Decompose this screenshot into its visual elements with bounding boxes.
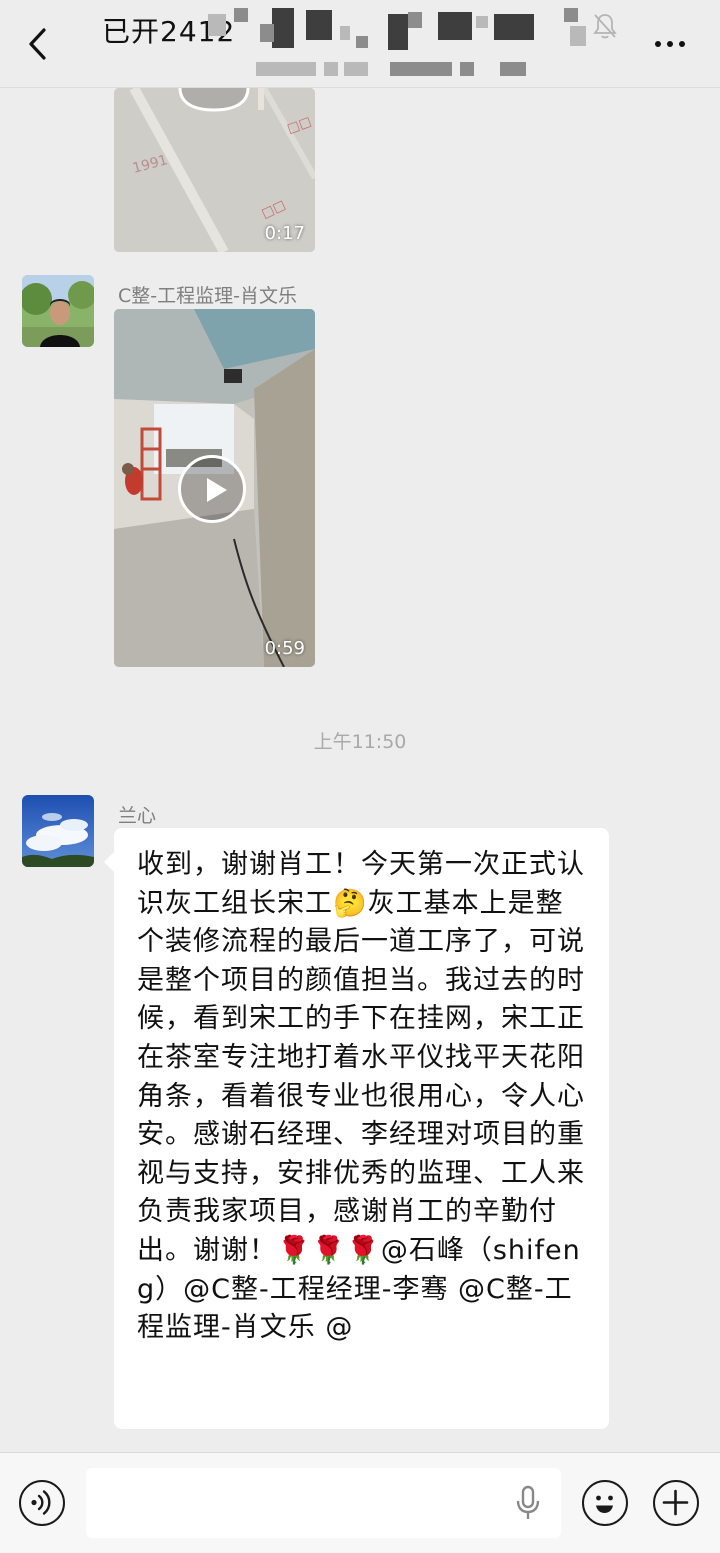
play-icon: [207, 478, 227, 502]
sender-name: 兰心: [118, 805, 157, 827]
emoji-button[interactable]: [582, 1480, 628, 1526]
voice-button[interactable]: [19, 1480, 65, 1526]
more-horizontal-icon[interactable]: [650, 36, 690, 52]
avatar-image: [22, 275, 94, 347]
video-duration: 0:17: [264, 223, 305, 244]
message-timestamp: 上午11:50: [313, 731, 407, 753]
bell-muted-icon: [593, 14, 617, 39]
message-input[interactable]: [86, 1468, 561, 1538]
input-bar: [0, 1452, 720, 1553]
chevron-left-icon[interactable]: [24, 26, 52, 62]
video-message[interactable]: 0:59: [114, 309, 315, 667]
avatar[interactable]: [22, 795, 94, 867]
add-button[interactable]: [653, 1480, 699, 1526]
emoji-icon: [596, 1495, 613, 1513]
message-bubble[interactable]: 收到，谢谢肖工！今天第一次正式认识灰工组长宋工🤔灰工基本上是整个装修流程的最后一…: [104, 828, 609, 1429]
video-message[interactable]: □□ □□ 1991 0:17: [114, 88, 315, 252]
voice-icon: [31, 1490, 51, 1515]
play-button[interactable]: [178, 455, 246, 523]
video-duration: 0:59: [264, 638, 305, 659]
plus-icon: [662, 1489, 689, 1516]
microphone-icon[interactable]: [514, 1485, 542, 1521]
avatar-image: [22, 795, 94, 867]
avatar[interactable]: [22, 275, 94, 347]
chat-header: 已开2412: [0, 0, 720, 88]
message-text: 收到，谢谢肖工！今天第一次正式认识灰工组长宋工🤔灰工基本上是整个装修流程的最后一…: [137, 849, 585, 1344]
sender-name: C整-工程监理-肖文乐: [118, 285, 297, 307]
